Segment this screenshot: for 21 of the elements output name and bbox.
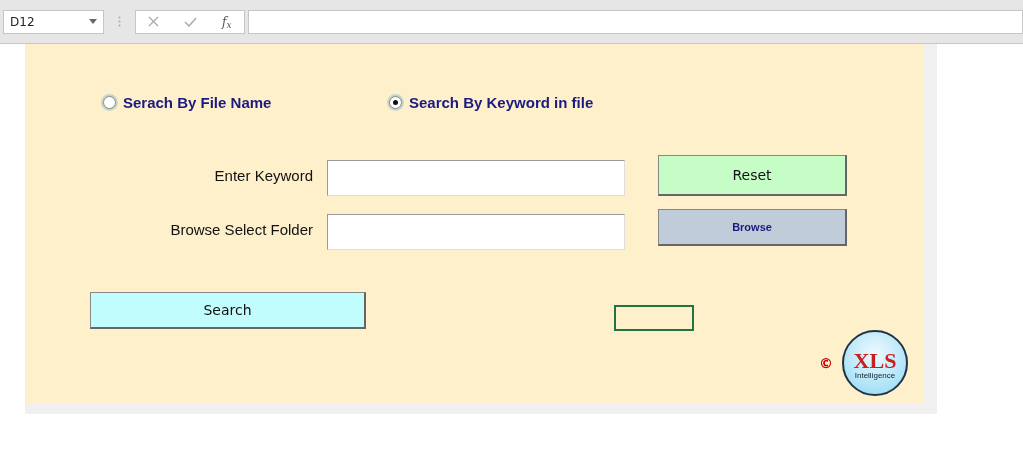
radio-label: Search By Keyword in file (409, 93, 594, 113)
copyright-sign: © (819, 356, 833, 370)
logo: XLS Intelligence (842, 330, 908, 396)
radio-label: Serach By File Name (123, 93, 272, 113)
insert-function-button[interactable]: f$_{x}$ (222, 12, 232, 31)
field-label: Browse Select Folder (169, 220, 313, 240)
text-field[interactable] (327, 214, 625, 250)
radio-button[interactable] (389, 96, 402, 109)
reset-button[interactable]: Reset (658, 155, 847, 196)
formula-input[interactable] (248, 9, 1023, 34)
field-label: Enter Keyword (213, 166, 313, 186)
browse-button[interactable]: Browse (658, 209, 847, 246)
search-button[interactable]: Search (90, 292, 366, 329)
name-box[interactable]: D12 (3, 9, 104, 34)
caret-icon (89, 19, 97, 24)
selected-cell[interactable] (614, 305, 694, 331)
cell-reference: D12 (10, 13, 35, 31)
text-field[interactable] (327, 160, 625, 196)
cancel-icon[interactable] (148, 16, 160, 27)
radio-button[interactable] (103, 96, 116, 109)
check-icon[interactable] (184, 16, 198, 27)
